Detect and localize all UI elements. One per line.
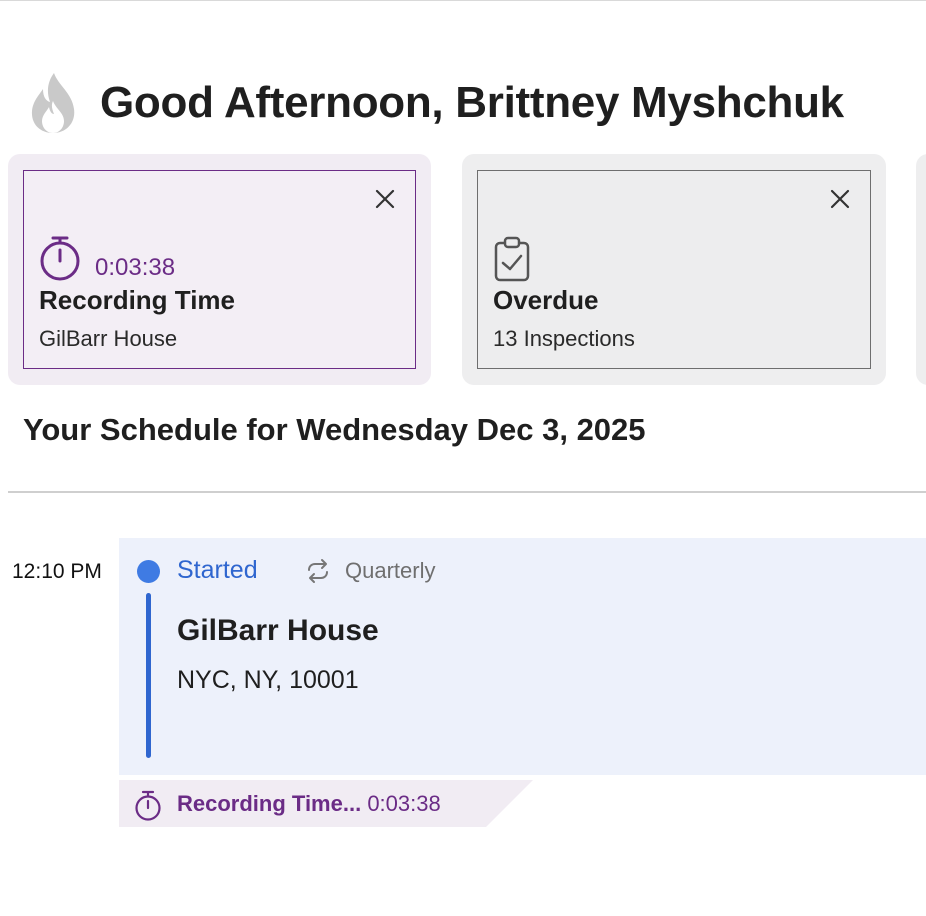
schedule-title: Your Schedule for Wednesday Dec 3, 2025 [23,412,646,447]
repeat-icon [308,559,328,583]
recording-card-subtitle: GilBarr House [39,326,178,351]
event-status: Started [177,556,258,584]
recording-time-banner[interactable]: Recording Time... 0:03:38 [119,780,533,827]
banner-label: Recording Time... [177,791,362,816]
recording-timer-row: 0:03:38 [39,235,175,281]
overdue-card[interactable]: Overdue 13 Inspections [462,154,886,385]
event-address: NYC, NY, 10001 [177,666,359,694]
stopwatch-icon [40,236,80,281]
greeting-header: Good Afternoon, Brittney Myshchuk [28,68,844,138]
status-dot-icon [137,560,160,583]
event-frequency: Quarterly [345,558,436,583]
overdue-card-title: Overdue [493,285,599,315]
close-icon[interactable] [373,187,397,211]
clipboard-check-icon [494,236,530,282]
greeting-text: Good Afternoon, Brittney Myshchuk [100,78,844,127]
next-card-peek[interactable] [916,154,926,385]
recording-card[interactable]: 0:03:38 Recording Time GilBarr House [8,154,431,385]
schedule-divider [8,491,926,493]
banner-text: Recording Time... 0:03:38 [177,791,441,817]
event-time: 12:10 PM [12,560,102,583]
overdue-card-subtitle: 13 Inspections [493,326,635,351]
top-divider [0,0,926,1]
event-title: GilBarr House [177,614,379,647]
recording-timer: 0:03:38 [95,254,176,281]
stopwatch-icon [135,790,161,821]
schedule-event-card[interactable]: Started Quarterly GilBarr House NYC, NY,… [119,538,926,775]
banner-timer: 0:03:38 [367,791,441,816]
close-icon[interactable] [828,187,852,211]
overdue-icon-row [493,235,531,283]
flame-icon [31,73,75,133]
recording-card-inner: 0:03:38 Recording Time GilBarr House [23,170,416,369]
overdue-card-inner: Overdue 13 Inspections [477,170,871,369]
recording-card-title: Recording Time [39,285,236,315]
status-timeline-bar [146,593,151,758]
